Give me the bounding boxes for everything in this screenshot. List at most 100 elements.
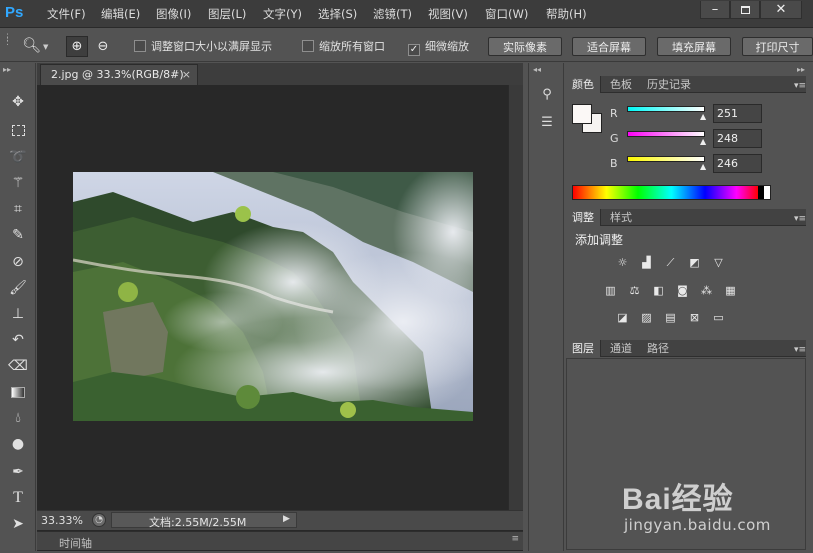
tab-styles[interactable]: 样式 xyxy=(604,209,638,226)
scrubby-zoom-checkbox[interactable]: ✓ xyxy=(408,44,420,56)
menu-window[interactable]: 窗口(W) xyxy=(485,6,528,22)
green-slider-handle-icon[interactable]: ▲ xyxy=(700,137,706,146)
green-value-input[interactable]: 248 xyxy=(713,129,762,148)
crop-tool[interactable]: ⌗ xyxy=(7,198,29,220)
tab-adjustments[interactable]: 调整 xyxy=(566,209,601,226)
posterize-button[interactable]: ▨ xyxy=(639,311,654,324)
print-size-button[interactable]: 打印尺寸 xyxy=(742,37,813,56)
gradient-map-button[interactable]: ⊠ xyxy=(687,311,702,324)
eraser-tool[interactable]: ⌫ xyxy=(7,355,29,377)
expand-panels-icon[interactable]: ◂◂ xyxy=(533,65,541,74)
threshold-button[interactable]: ▤ xyxy=(663,311,678,324)
tab-channels[interactable]: 通道 xyxy=(604,340,638,357)
color-balance-button[interactable]: ⚖ xyxy=(627,284,642,297)
clone-stamp-tool[interactable]: ⊥ xyxy=(7,303,29,325)
path-selection-tool[interactable]: ➤ xyxy=(7,513,29,535)
tab-layers[interactable]: 图层 xyxy=(566,340,601,357)
maximize-button[interactable] xyxy=(730,1,760,19)
hue-saturation-button[interactable]: ▥ xyxy=(603,284,618,297)
info-icon[interactable]: ◔ xyxy=(92,513,106,527)
exposure-button[interactable]: ◩ xyxy=(687,256,702,269)
lasso-tool[interactable]: ➰ xyxy=(7,146,29,168)
menu-select[interactable]: 选择(S) xyxy=(318,6,357,22)
zoom-in-button[interactable]: ⊕ xyxy=(66,36,88,57)
zoom-out-button[interactable]: ⊖ xyxy=(92,36,114,57)
status-menu-arrow-icon[interactable]: ▶ xyxy=(283,514,290,524)
vertical-scrollbar[interactable] xyxy=(508,85,523,510)
zoom-level[interactable]: 33.33% xyxy=(41,514,83,527)
healing-brush-tool[interactable]: ⊘ xyxy=(7,251,29,273)
resize-windows-checkbox[interactable] xyxy=(134,40,146,52)
timeline-menu-icon[interactable]: ≡ xyxy=(511,534,519,544)
blue-value-input[interactable]: 246 xyxy=(713,154,762,173)
color-panel-menu-icon[interactable]: ▾≡ xyxy=(794,81,806,91)
gradient-tool[interactable] xyxy=(7,381,29,403)
chevron-down-icon[interactable]: ▼ xyxy=(43,43,48,51)
brush-tool[interactable]: 🖌︎ xyxy=(7,277,29,299)
document-tab[interactable]: 2.jpg @ 33.3%(RGB/8#) × xyxy=(40,64,198,85)
green-slider[interactable] xyxy=(627,131,705,137)
tab-color[interactable]: 颜色 xyxy=(566,76,601,93)
curves-button[interactable]: ⟋ xyxy=(663,256,678,269)
color-spectrum-ramp[interactable] xyxy=(572,185,771,200)
selective-color-button[interactable]: ▭ xyxy=(711,311,726,324)
blue-slider[interactable] xyxy=(627,156,705,162)
timeline-tab[interactable]: 时间轴 xyxy=(59,535,92,551)
zoom-all-option[interactable]: 缩放所有窗口 xyxy=(302,38,385,54)
actual-pixels-button[interactable]: 实际像素 xyxy=(488,37,562,56)
black-white-button[interactable]: ◧ xyxy=(651,284,666,297)
zoom-all-checkbox[interactable] xyxy=(302,40,314,52)
menu-file[interactable]: 文件(F) xyxy=(47,6,86,22)
menu-image[interactable]: 图像(I) xyxy=(156,6,191,22)
fit-screen-button[interactable]: 适合屏幕 xyxy=(572,37,646,56)
minimize-icon: – xyxy=(711,2,719,17)
history-brush-tool[interactable]: ↶ xyxy=(7,329,29,351)
fill-screen-button[interactable]: 填充屏幕 xyxy=(657,37,731,56)
tool-presets-button[interactable]: ☰ xyxy=(536,115,558,137)
blur-tool[interactable]: 💧︎ xyxy=(7,407,29,429)
menu-view[interactable]: 视图(V) xyxy=(428,6,468,22)
menu-help[interactable]: 帮助(H) xyxy=(546,6,587,22)
tab-paths[interactable]: 路径 xyxy=(641,340,675,357)
red-slider-handle-icon[interactable]: ▲ xyxy=(700,112,706,121)
move-tool[interactable]: ✥ xyxy=(7,91,29,113)
minimize-button[interactable]: – xyxy=(700,1,730,19)
magic-wand-tool[interactable]: ⚚ xyxy=(7,172,29,194)
vibrance-button[interactable]: ▽ xyxy=(711,256,726,269)
color-lookup-button[interactable]: ▦ xyxy=(723,284,738,297)
status-bar: 33.33% ◔ 文档:2.55M/2.55M ▶ xyxy=(37,510,523,530)
brush-presets-button[interactable]: ⚲ xyxy=(536,87,558,109)
scrubby-zoom-option[interactable]: ✓ 细微缩放 xyxy=(408,38,469,56)
levels-button[interactable]: ▟ xyxy=(639,256,654,269)
red-value-input[interactable]: 251 xyxy=(713,104,762,123)
photo-filter-button[interactable]: ◙ xyxy=(675,284,690,297)
close-button[interactable]: ✕ xyxy=(760,1,802,19)
menu-edit[interactable]: 编辑(E) xyxy=(101,6,140,22)
menu-type[interactable]: 文字(Y) xyxy=(263,6,302,22)
foreground-color-swatch[interactable] xyxy=(572,104,592,124)
pen-tool[interactable]: ✒ xyxy=(7,461,29,483)
expand-toolbar-icon[interactable]: ▸▸ xyxy=(3,65,11,74)
menu-layer[interactable]: 图层(L) xyxy=(208,6,246,22)
red-slider[interactable] xyxy=(627,106,705,112)
adjustments-menu-icon[interactable]: ▾≡ xyxy=(794,214,806,224)
type-tool[interactable]: T xyxy=(7,487,29,509)
invert-button[interactable]: ◪ xyxy=(615,311,630,324)
menu-filter[interactable]: 滤镜(T) xyxy=(373,6,412,22)
blue-slider-handle-icon[interactable]: ▲ xyxy=(700,162,706,171)
menu-bar: Ps 文件(F) 编辑(E) 图像(I) 图层(L) 文字(Y) 选择(S) 滤… xyxy=(0,0,813,28)
close-tab-icon[interactable]: × xyxy=(182,65,191,84)
tab-history[interactable]: 历史记录 xyxy=(641,76,697,93)
tab-swatches[interactable]: 色板 xyxy=(604,76,638,93)
resize-windows-option[interactable]: 调整窗口大小以满屏显示 xyxy=(134,38,272,54)
layers-menu-icon[interactable]: ▾≡ xyxy=(794,345,806,355)
dodge-tool[interactable]: ● xyxy=(7,433,29,455)
eyedropper-tool[interactable]: ✎ xyxy=(7,224,29,246)
zoom-tool-preset-icon[interactable]: 🔍︎ xyxy=(22,36,41,54)
brightness-contrast-button[interactable]: ☼ xyxy=(615,256,630,269)
marquee-tool[interactable] xyxy=(7,119,29,141)
collapse-panels-icon[interactable]: ▸▸ xyxy=(797,65,805,74)
image-canvas[interactable] xyxy=(73,172,473,421)
channel-mixer-button[interactable]: ⁂ xyxy=(699,284,714,297)
gradient-icon xyxy=(11,386,25,398)
